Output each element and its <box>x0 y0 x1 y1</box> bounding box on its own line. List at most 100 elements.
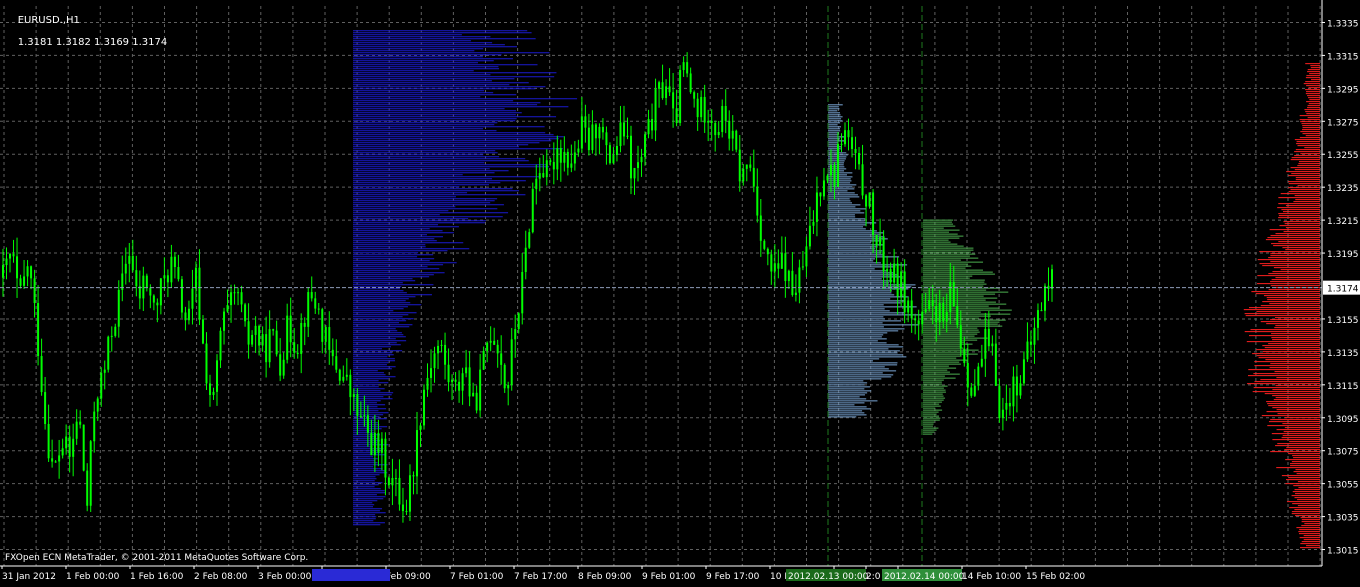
candle <box>184 306 187 331</box>
candle <box>237 287 240 306</box>
candle-body <box>479 369 482 411</box>
candle <box>23 259 26 290</box>
candle <box>903 259 906 324</box>
candle <box>896 257 899 315</box>
x-tick-label: 7 Feb 01:00 <box>450 572 504 582</box>
candle-body <box>258 325 261 346</box>
x-tick-label: 7 Feb 17:00 <box>514 572 568 582</box>
candle-body <box>307 292 310 327</box>
candle <box>598 123 601 155</box>
candle <box>752 149 755 193</box>
candle-body <box>714 122 717 136</box>
candle-body <box>668 86 671 93</box>
candle-body <box>777 263 780 269</box>
y-tick-label: 1.3235 <box>1327 184 1359 194</box>
candle <box>128 243 131 283</box>
candle-body <box>1008 402 1011 407</box>
chart-window[interactable]: 1.3335 1.3315 1.3295 1.3275 1.3255 1.3235 1.32… <box>0 0 1360 583</box>
candle-body <box>303 322 306 327</box>
volume-profile <box>828 104 922 418</box>
candle-body <box>370 432 373 456</box>
candle <box>808 206 811 250</box>
candle-body <box>703 96 706 123</box>
candle-body <box>531 189 534 233</box>
candle <box>275 320 278 357</box>
candle <box>696 92 699 131</box>
candle-body <box>373 432 376 456</box>
candle-body <box>191 288 194 309</box>
price-chart[interactable]: 1.3335 1.3315 1.3295 1.3275 1.3255 1.3235 1.32… <box>0 0 1360 583</box>
candle-body <box>552 161 555 170</box>
candle-body <box>654 88 657 131</box>
candle <box>503 363 506 393</box>
candle <box>272 328 275 336</box>
candle <box>1008 387 1011 416</box>
candle <box>461 367 464 405</box>
candle <box>872 189 875 254</box>
candle <box>721 99 724 138</box>
candle-body <box>686 62 689 74</box>
candle-body <box>142 275 145 299</box>
candle-body <box>1043 285 1046 311</box>
candle-body <box>854 148 857 153</box>
candle <box>1033 317 1036 364</box>
candle <box>584 104 587 143</box>
candle <box>163 257 166 291</box>
candle-body <box>991 343 994 347</box>
candle <box>1015 364 1018 413</box>
candle <box>458 370 461 403</box>
candle <box>745 164 748 182</box>
candle <box>847 118 850 151</box>
candle <box>766 247 769 266</box>
candle-body <box>275 330 278 355</box>
candle <box>644 131 647 166</box>
y-tick-label: 1.3295 <box>1327 85 1359 95</box>
candle <box>791 251 794 297</box>
candle-body <box>114 326 117 336</box>
candle <box>615 136 618 162</box>
candle <box>594 122 597 156</box>
y-tick-label: 1.3195 <box>1327 250 1359 260</box>
candle-body <box>1036 310 1039 328</box>
candle <box>524 230 527 280</box>
candle-body <box>44 392 47 424</box>
candle <box>198 249 201 326</box>
candle <box>72 423 75 477</box>
candle <box>1036 303 1039 341</box>
candle <box>608 142 611 165</box>
candle-body <box>696 98 699 118</box>
candle-body <box>79 421 82 425</box>
candle <box>173 252 176 279</box>
candle <box>51 439 54 468</box>
candle <box>391 458 394 506</box>
candle <box>619 105 622 153</box>
candle-body <box>33 278 36 304</box>
candle <box>987 310 990 352</box>
candle-body <box>612 155 615 164</box>
candle-body <box>251 334 254 345</box>
candle <box>556 135 559 181</box>
candle-body <box>865 195 868 207</box>
candle <box>208 374 211 407</box>
candle <box>573 141 576 171</box>
candle <box>475 385 478 414</box>
candle-body <box>461 373 464 391</box>
candle-body <box>40 356 43 393</box>
y-tick-label: 1.3275 <box>1327 118 1359 128</box>
candle <box>875 234 878 264</box>
candle-body <box>384 438 387 478</box>
candle <box>135 255 138 297</box>
y-tick-label: 1.3055 <box>1327 481 1359 491</box>
candle-body <box>549 160 552 162</box>
x-tick-label: 31 Jan 2012 <box>2 572 56 582</box>
candle <box>187 300 190 325</box>
candle-body <box>787 270 790 282</box>
candle <box>19 274 22 289</box>
candle-body <box>19 278 22 286</box>
candle-body <box>1040 310 1043 312</box>
candle-body <box>812 221 815 226</box>
candle <box>261 326 264 352</box>
candle <box>1051 264 1053 302</box>
candle <box>296 344 299 359</box>
candle-body <box>682 62 685 71</box>
